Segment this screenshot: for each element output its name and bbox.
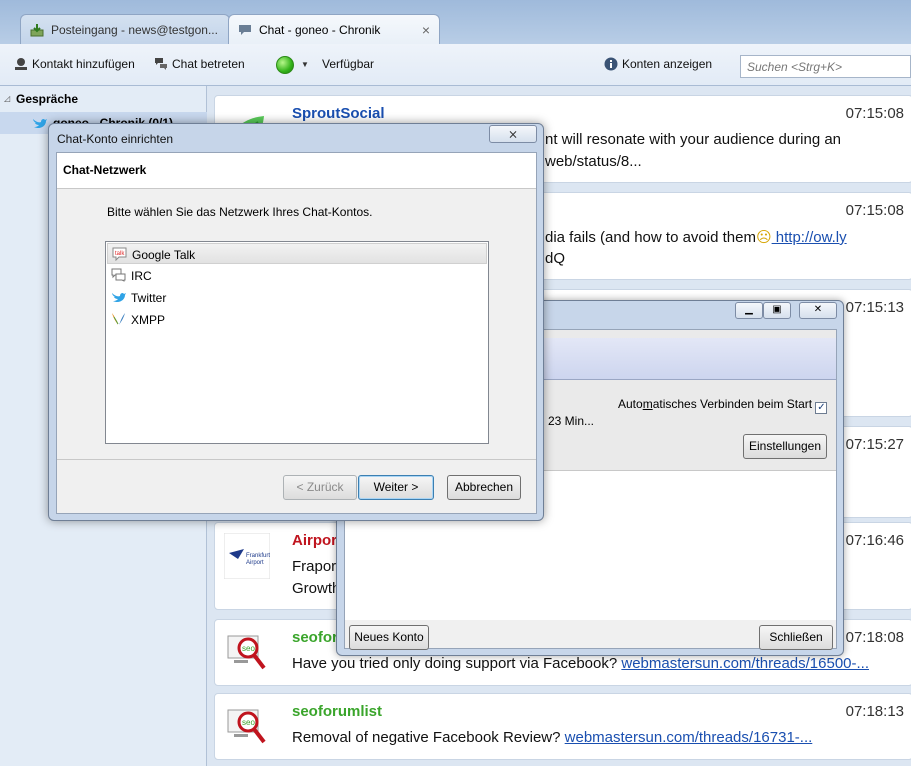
message-time: 07:15:08 bbox=[845, 202, 904, 219]
message-sender: SproutSocial bbox=[292, 105, 385, 122]
connected-duration: 23 Min... bbox=[548, 414, 595, 428]
minimize-button[interactable]: ▁ bbox=[735, 302, 763, 319]
svg-text:Airport: Airport bbox=[246, 560, 264, 566]
conversations-group-title: Gespräche bbox=[16, 92, 79, 106]
new-account-button[interactable]: Neues Konto bbox=[349, 625, 429, 650]
twitter-bird-icon bbox=[112, 292, 126, 303]
message-text: Growth bbox=[292, 580, 341, 597]
message-text: Fraport bbox=[292, 558, 341, 575]
message-time: 07:15:08 bbox=[845, 105, 904, 122]
sad-face-icon: ☹ bbox=[755, 229, 772, 246]
message-time: 07:18:08 bbox=[845, 629, 904, 646]
irc-icon bbox=[111, 268, 126, 282]
inbox-download-icon bbox=[30, 24, 44, 37]
chat-bubble-icon bbox=[239, 25, 251, 35]
message-item: seo seoforumlist 07:18:13 Removal of neg… bbox=[214, 693, 911, 760]
search-input[interactable]: Suchen <Strg+K> bbox=[740, 55, 911, 78]
tab-chat[interactable]: Chat - goneo - Chronik × bbox=[228, 14, 440, 44]
close-tab-icon[interactable]: × bbox=[422, 22, 430, 38]
network-item-xmpp[interactable]: XMPP bbox=[107, 309, 487, 330]
network-item-twitter[interactable]: Twitter bbox=[107, 287, 487, 308]
seo-magnifier-logo-icon: seo bbox=[227, 635, 266, 670]
close-window-button[interactable]: ✕ bbox=[799, 302, 837, 319]
tab-inbox[interactable]: Posteingang - news@testgon... bbox=[20, 14, 230, 44]
message-link[interactable]: webmastersun.com/threads/16731-... bbox=[565, 729, 813, 746]
next-button[interactable]: Weiter > bbox=[358, 475, 434, 500]
message-link[interactable]: web/status/8... bbox=[545, 153, 642, 170]
cancel-button[interactable]: Abbrechen bbox=[447, 475, 521, 500]
network-item-irc[interactable]: IRC bbox=[107, 265, 487, 286]
dialog-prompt: Bitte wählen Sie das Netzwerk Ihres Chat… bbox=[107, 205, 373, 219]
network-list[interactable]: talk Google Talk IRC Twitter XMPP bbox=[105, 241, 489, 444]
collapse-triangle-icon[interactable]: ◿ bbox=[4, 94, 10, 103]
message-text: Removal of negative Facebook Review? web… bbox=[292, 729, 813, 746]
google-talk-icon: talk bbox=[112, 247, 127, 261]
seo-magnifier-logo-icon: seo bbox=[227, 709, 266, 744]
message-link[interactable]: dQ bbox=[545, 250, 565, 267]
twitter-bird-icon bbox=[33, 118, 47, 129]
dialog-header: Chat-Netzwerk bbox=[57, 153, 536, 189]
tab-strip: Posteingang - news@testgon... Chat - gon… bbox=[0, 0, 911, 44]
status-label[interactable]: Verfügbar bbox=[322, 57, 374, 71]
status-available-icon[interactable] bbox=[276, 56, 294, 74]
close-button[interactable]: Schließen bbox=[759, 625, 833, 650]
chat-bubbles-icon bbox=[155, 58, 167, 70]
message-time: 07:15:13 bbox=[845, 299, 904, 316]
xmpp-icon bbox=[112, 313, 125, 325]
svg-text:talk: talk bbox=[115, 251, 125, 257]
dialog-close-button[interactable]: ⨯ bbox=[489, 125, 537, 143]
frankfurt-airport-logo-icon: Frankfurt Airport bbox=[224, 533, 270, 579]
message-link[interactable]: webmastersun.com/threads/16500-... bbox=[621, 655, 869, 672]
show-accounts-button[interactable]: Konten anzeigen bbox=[604, 57, 712, 71]
tab-label: Chat - goneo - Chronik bbox=[259, 23, 381, 37]
message-time: 07:15:27 bbox=[845, 436, 904, 453]
dialog-title: Chat-Konto einrichten bbox=[57, 132, 174, 146]
add-contact-button[interactable]: Kontakt hinzufügen bbox=[14, 57, 135, 71]
dialog-separator bbox=[57, 459, 536, 460]
message-time: 07:18:13 bbox=[845, 703, 904, 720]
network-item-google-talk[interactable]: talk Google Talk bbox=[107, 243, 487, 264]
add-contact-icon bbox=[15, 58, 27, 70]
chevron-down-icon[interactable]: ▼ bbox=[301, 60, 309, 69]
toolbar: Kontakt hinzufügen Chat betreten ▼ Verfü… bbox=[0, 44, 911, 86]
message-sender: seoforumlist bbox=[292, 703, 383, 720]
info-icon bbox=[604, 57, 618, 71]
tab-label: Posteingang - news@testgon... bbox=[51, 23, 218, 37]
join-chat-button[interactable]: Chat betreten bbox=[154, 57, 245, 71]
svg-text:seo: seo bbox=[242, 644, 255, 653]
message-time: 07:16:46 bbox=[845, 532, 904, 549]
auto-connect-checkbox[interactable]: Automatisches Verbinden beim Start ✓ bbox=[618, 397, 828, 414]
settings-button[interactable]: Einstellungen bbox=[743, 434, 827, 459]
message-text: dia fails (and how to avoid them☹ http:/… bbox=[545, 229, 847, 246]
message-text: Have you tried only doing support via Fa… bbox=[292, 655, 869, 672]
message-text: nt will resonate with your audience duri… bbox=[545, 131, 842, 148]
svg-text:seo: seo bbox=[242, 718, 255, 727]
maximize-button[interactable]: ▣ bbox=[763, 302, 791, 319]
checkbox-checked-icon[interactable]: ✓ bbox=[815, 402, 828, 414]
chat-account-setup-dialog: Chat-Konto einrichten ⨯ Chat-Netzwerk Bi… bbox=[48, 123, 544, 521]
svg-text:Frankfurt: Frankfurt bbox=[246, 553, 270, 559]
back-button[interactable]: < Zurück bbox=[283, 475, 357, 500]
message-link[interactable]: http://ow.ly bbox=[772, 229, 847, 246]
dialog-client-area: Chat-Netzwerk Bitte wählen Sie das Netzw… bbox=[56, 152, 537, 514]
